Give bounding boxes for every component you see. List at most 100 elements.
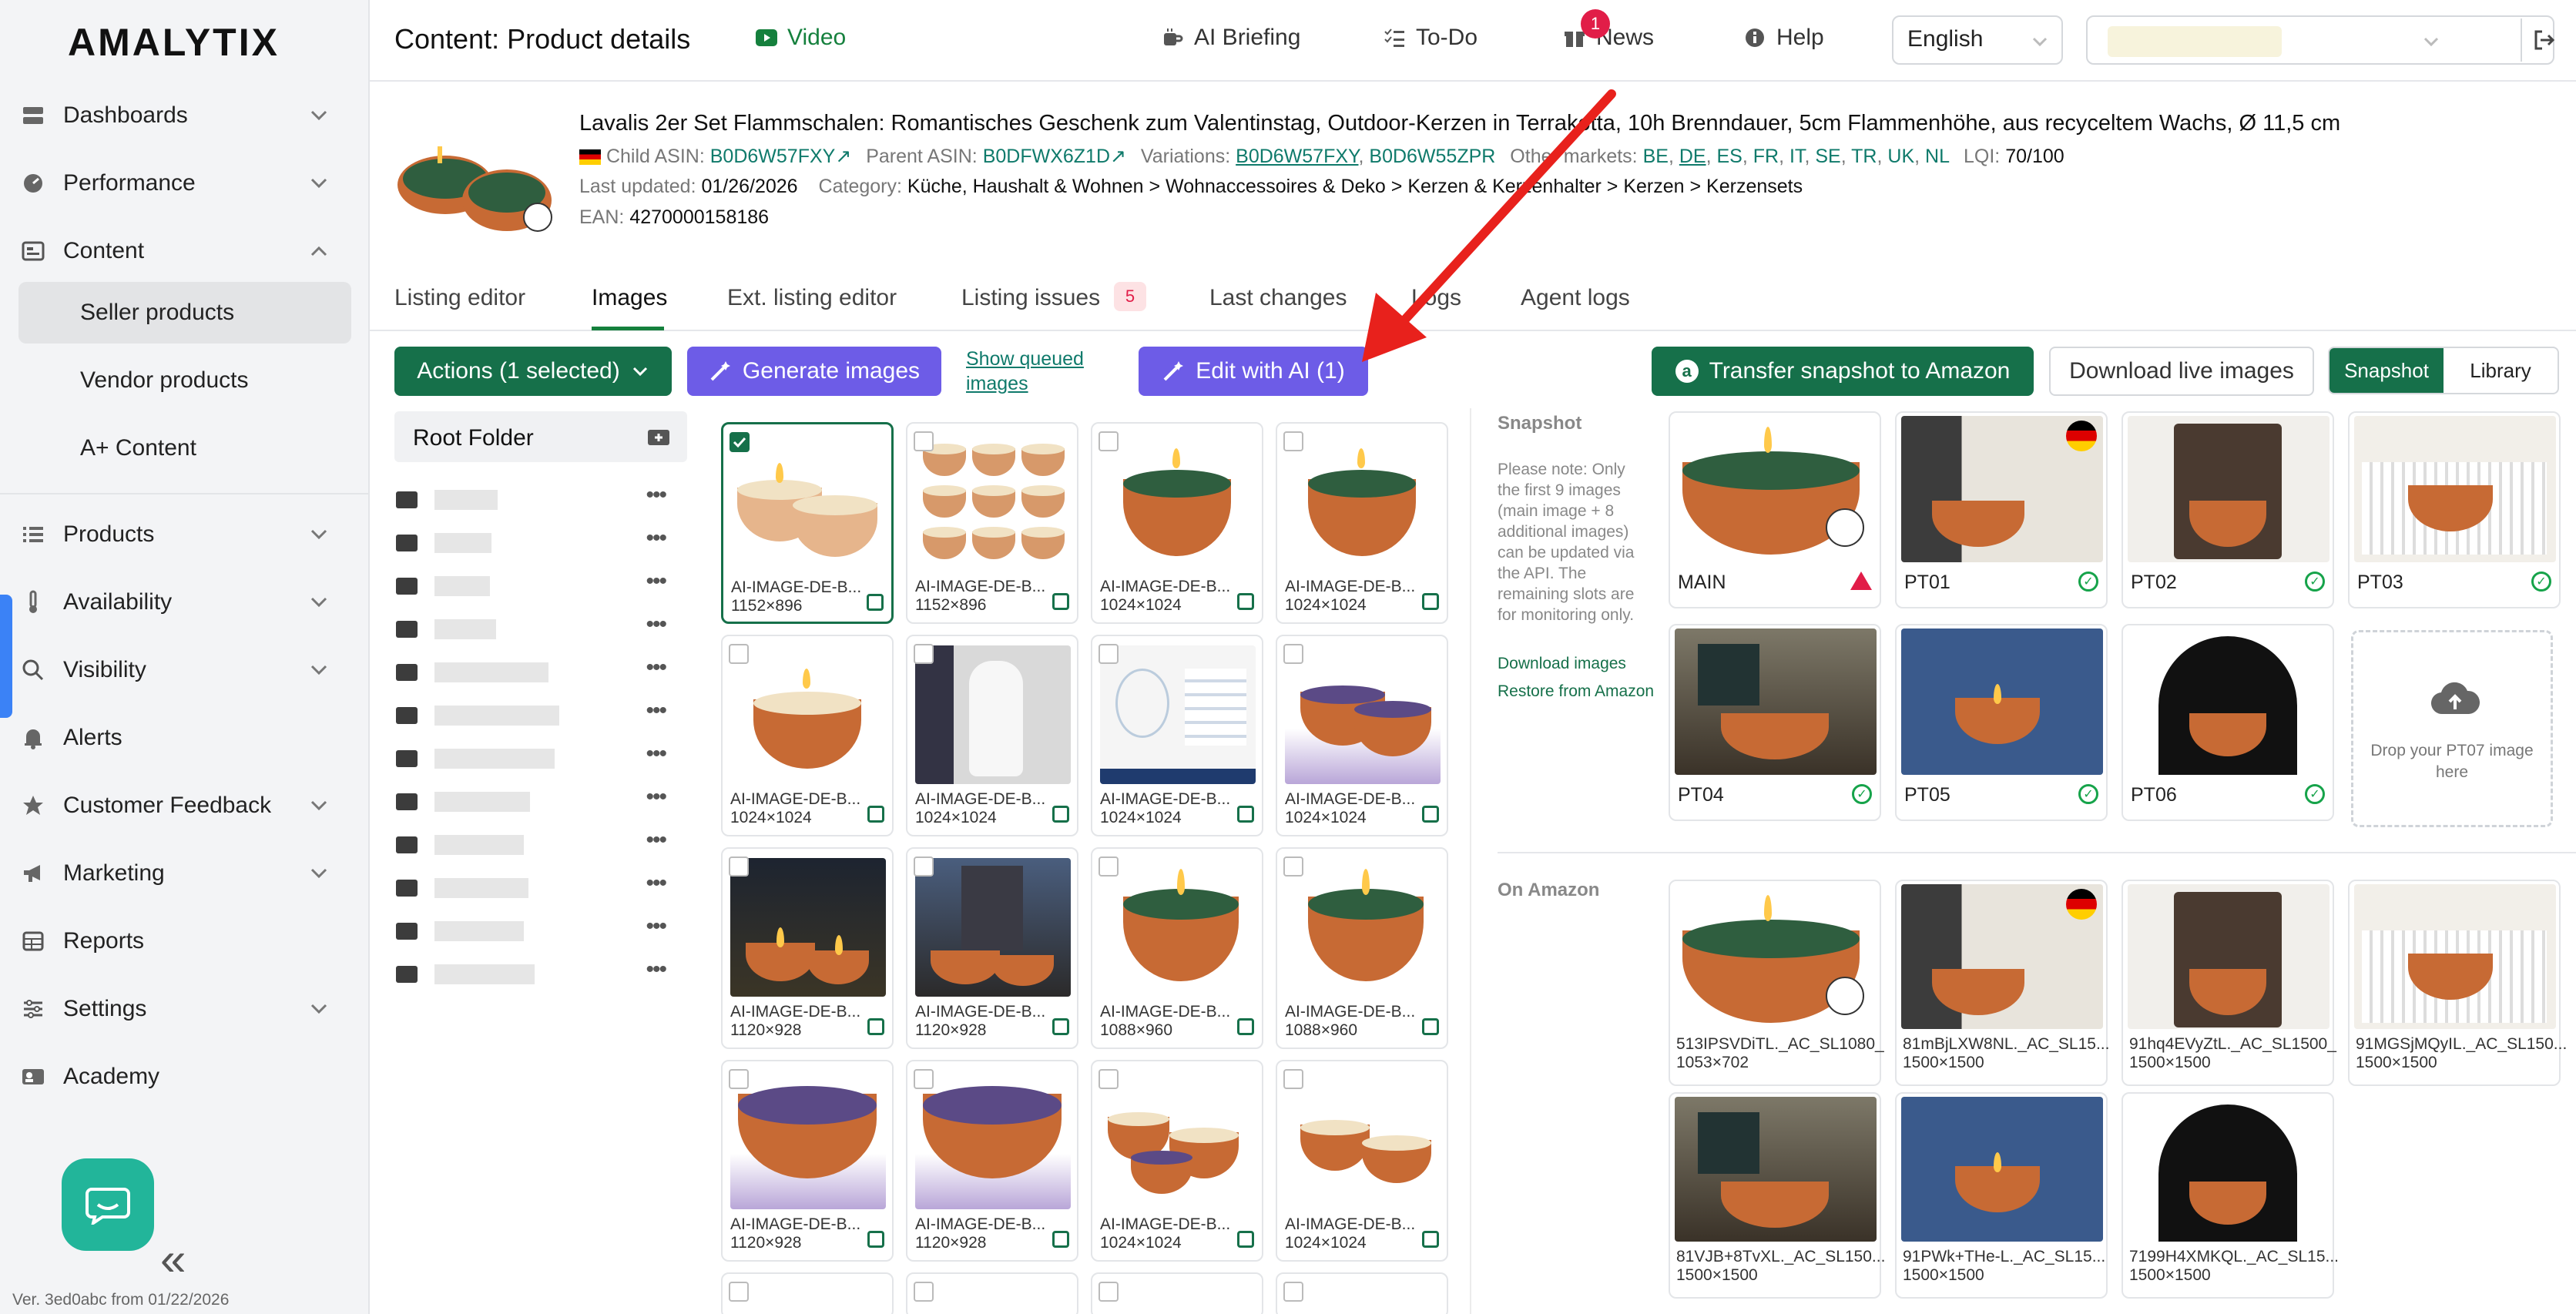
chat-button[interactable] [62,1158,154,1251]
image-card[interactable] [1091,1272,1263,1314]
folder-row[interactable]: ••• [396,870,667,906]
select-checkbox[interactable] [1098,856,1119,877]
market-link[interactable]: TR [1851,146,1877,167]
tab-images[interactable]: Images [592,285,667,311]
more-options-icon[interactable]: ••• [646,568,666,595]
select-checkbox[interactable] [1283,1069,1303,1089]
download-images-link[interactable]: Download images [1498,655,1626,673]
help-link[interactable]: Help [1744,25,1824,51]
select-checkbox[interactable] [1098,1282,1119,1302]
select-checkbox[interactable] [729,644,749,664]
amazon-image-card[interactable]: 91PWk+THe-L._AC_SL15... 1500×1500 [1895,1092,2108,1299]
image-card[interactable]: AI-IMAGE-DE-B... 1024×1024 [1276,422,1448,624]
select-checkbox[interactable] [914,1282,934,1302]
image-card[interactable]: AI-IMAGE-DE-B... 1024×1024 [721,635,894,836]
nav-aplus-content[interactable]: A+ Content [18,417,351,479]
amazon-image-card[interactable]: 81mBjLXW8NL._AC_SL15... 1500×1500 [1895,880,2109,1086]
tab-listing-issues[interactable]: Listing issues [961,285,1100,311]
image-card[interactable] [906,1272,1078,1314]
nav-reports[interactable]: Reports [18,910,351,972]
select-checkbox[interactable] [1098,1069,1119,1089]
ai-briefing-link[interactable]: AI Briefing [1162,25,1300,51]
account-select[interactable] [2086,15,2554,65]
nav-customer-feedback[interactable]: Customer Feedback [18,775,351,836]
more-options-icon[interactable]: ••• [646,482,666,508]
download-live-images-button[interactable]: Download live images [2049,347,2314,396]
select-checkbox[interactable] [1283,1282,1303,1302]
nav-vendor-products[interactable]: Vendor products [18,350,351,411]
nav-content[interactable]: Content [18,220,351,282]
new-folder-icon[interactable] [647,427,670,447]
snapshot-slot[interactable]: PT04 ✓ [1669,624,1881,821]
video-link[interactable]: Video [755,25,846,51]
image-card[interactable]: AI-IMAGE-DE-B... 1024×1024 [1091,422,1263,624]
select-checkbox[interactable] [914,1069,934,1089]
tab-listing-editor[interactable]: Listing editor [394,285,525,311]
select-checkbox[interactable] [1283,856,1303,877]
folder-row[interactable]: ••• [396,957,667,992]
nav-performance[interactable]: Performance [18,153,351,214]
select-checkbox[interactable] [914,856,934,877]
select-checkbox[interactable] [1283,431,1303,451]
folder-row[interactable]: ••• [396,913,667,949]
transfer-snapshot-button[interactable]: a Transfer snapshot to Amazon [1652,347,2034,396]
more-options-icon[interactable]: ••• [646,784,666,810]
snapshot-slot[interactable]: PT02 ✓ [2122,411,2334,608]
image-card[interactable]: AI-IMAGE-DE-B... 1024×1024 [1091,1060,1263,1262]
image-card[interactable]: AI-IMAGE-DE-B... 1024×1024 [1091,635,1263,836]
nav-settings[interactable]: Settings [18,978,351,1040]
nav-marketing[interactable]: Marketing [18,843,351,904]
pt07-drop-zone[interactable]: Drop your PT07 image here [2351,630,2553,827]
actions-button[interactable]: Actions (1 selected) [394,347,672,396]
select-checkbox[interactable] [729,1282,749,1302]
nav-visibility[interactable]: Visibility [18,639,351,701]
restore-from-amazon-link[interactable]: Restore from Amazon [1498,682,1654,701]
more-options-icon[interactable]: ••• [646,698,666,724]
folder-row[interactable]: ••• [396,655,667,690]
nav-availability[interactable]: Availability [18,572,351,633]
image-card[interactable]: AI-IMAGE-DE-B... 1024×1024 [1276,635,1448,836]
folder-row[interactable]: ••• [396,698,667,733]
image-card[interactable]: AI-IMAGE-DE-B... 1088×960 [1276,847,1448,1049]
market-link[interactable]: SE [1815,146,1840,167]
library-toggle[interactable]: Library [2444,348,2558,393]
image-card[interactable] [1276,1272,1448,1314]
folder-row[interactable]: ••• [396,482,667,518]
image-card[interactable]: AI-IMAGE-DE-B... 1120×928 [906,1060,1078,1262]
amazon-image-card[interactable]: 7199H4XMKQL._AC_SL15... 1500×1500 [2122,1092,2339,1299]
folder-row[interactable]: ••• [396,827,667,863]
market-link[interactable]: IT [1789,146,1804,167]
generate-images-button[interactable]: Generate images [687,347,941,396]
more-options-icon[interactable]: ••• [646,612,666,638]
language-select[interactable]: English [1892,15,2063,65]
market-link[interactable]: UK [1887,146,1914,167]
select-checkbox[interactable] [1098,431,1119,451]
market-link[interactable]: NL [1925,146,1949,167]
root-folder[interactable]: Root Folder [394,411,687,462]
tab-ext-listing-editor[interactable]: Ext. listing editor [727,285,897,311]
snapshot-toggle[interactable]: Snapshot [2329,348,2444,393]
select-checkbox[interactable] [1098,644,1119,664]
snapshot-slot[interactable]: PT03 ✓ [2348,411,2561,608]
child-asin-link[interactable]: B0D6W57FXY [710,146,836,167]
folder-row[interactable]: ••• [396,784,667,820]
image-card[interactable]: AI-IMAGE-DE-B... 1120×928 [906,847,1078,1049]
snapshot-slot[interactable]: MAIN [1669,411,1881,608]
image-card[interactable]: AI-IMAGE-DE-B... 1120×928 [721,1060,894,1262]
market-link[interactable]: BE [1643,146,1669,167]
market-link[interactable]: DE [1679,146,1706,167]
nav-academy[interactable]: Academy [18,1046,351,1108]
select-checkbox[interactable] [729,856,749,877]
image-card[interactable]: AI-IMAGE-DE-B... 1152×896 [906,422,1078,624]
folder-row[interactable]: ••• [396,525,667,561]
nav-dashboards[interactable]: Dashboards [18,85,351,146]
select-checkbox[interactable] [730,432,750,452]
show-queued-images-link[interactable]: Show queued images [966,347,1097,396]
snapshot-slot[interactable]: PT05 ✓ [1895,624,2108,821]
select-checkbox[interactable] [914,644,934,664]
edit-with-ai-button[interactable]: Edit with AI (1) [1139,347,1368,396]
image-card[interactable]: AI-IMAGE-DE-B... 1120×928 [721,847,894,1049]
todo-link[interactable]: To-Do [1384,25,1478,51]
more-options-icon[interactable]: ••• [646,870,666,897]
more-options-icon[interactable]: ••• [646,655,666,681]
